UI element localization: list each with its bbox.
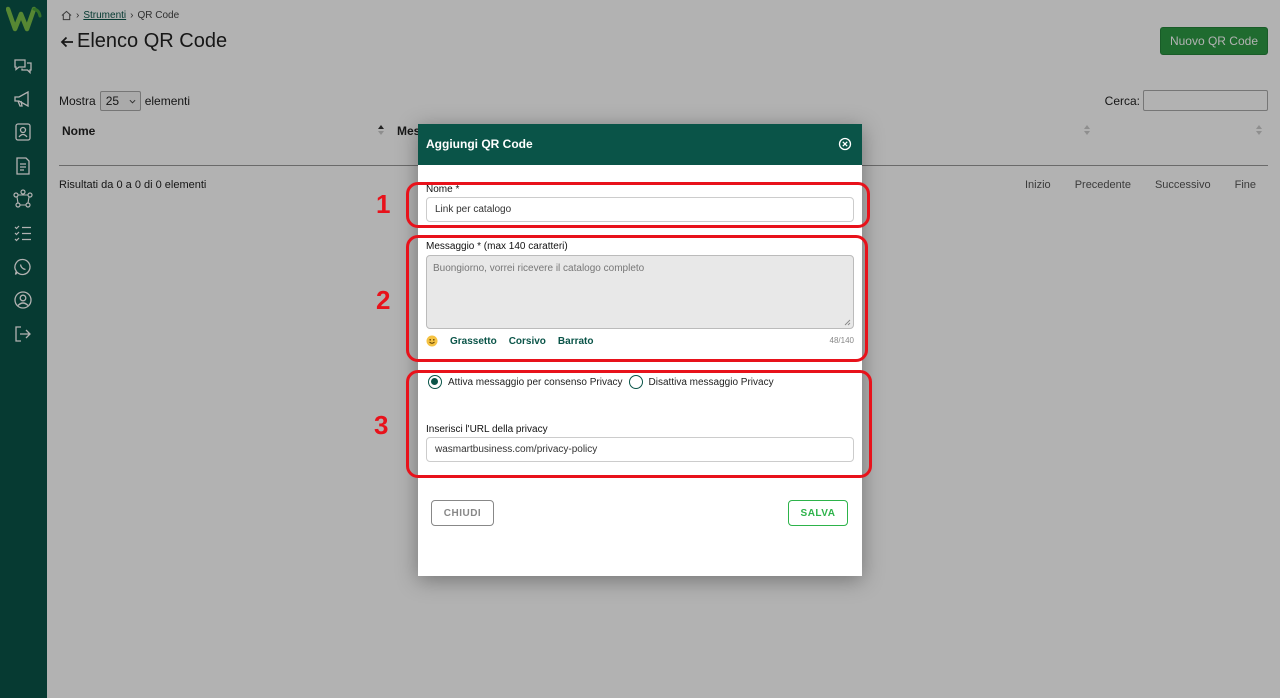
annotation-box-1	[406, 182, 870, 228]
modal-header: Aggiungi QR Code	[418, 124, 862, 165]
close-circle-icon[interactable]	[838, 137, 852, 151]
modal-title: Aggiungi QR Code	[426, 137, 533, 151]
annotation-number-1: 1	[376, 189, 391, 219]
save-button[interactable]: SALVA	[788, 500, 848, 526]
close-button[interactable]: CHIUDI	[431, 500, 494, 526]
annotation-number-3: 3	[374, 410, 389, 440]
annotation-box-3	[406, 370, 872, 478]
annotation-number-2: 2	[376, 285, 391, 315]
annotation-box-2	[406, 235, 868, 362]
